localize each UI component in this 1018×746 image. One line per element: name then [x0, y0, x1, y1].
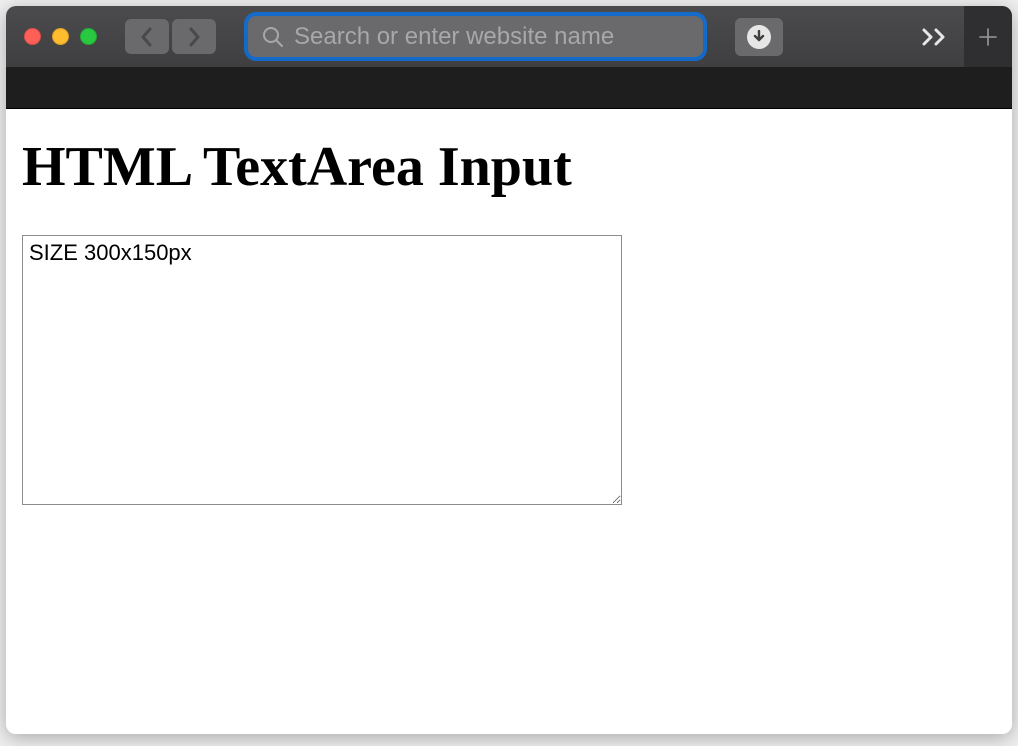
demo-textarea[interactable] [22, 235, 622, 505]
forward-button[interactable] [172, 19, 216, 54]
titlebar [6, 6, 1012, 67]
address-bar[interactable] [248, 16, 703, 57]
chevron-left-icon [139, 26, 155, 48]
close-window-button[interactable] [24, 28, 41, 45]
plus-icon [977, 26, 999, 48]
page-content: HTML TextArea Input [6, 109, 1012, 734]
minimize-window-button[interactable] [52, 28, 69, 45]
page-heading: HTML TextArea Input [22, 135, 996, 199]
nav-button-group [125, 19, 216, 54]
browser-window: HTML TextArea Input [6, 6, 1012, 734]
window-controls [24, 28, 97, 45]
double-chevron-right-icon [920, 26, 950, 48]
chevron-right-icon [186, 26, 202, 48]
address-input[interactable] [294, 23, 689, 51]
search-icon [262, 26, 284, 48]
fullscreen-window-button[interactable] [80, 28, 97, 45]
back-button[interactable] [125, 19, 169, 54]
download-icon [747, 25, 771, 49]
tab-strip [6, 67, 1012, 109]
overflow-button[interactable] [920, 26, 950, 48]
new-tab-button[interactable] [964, 6, 1012, 67]
downloads-button[interactable] [735, 18, 783, 56]
